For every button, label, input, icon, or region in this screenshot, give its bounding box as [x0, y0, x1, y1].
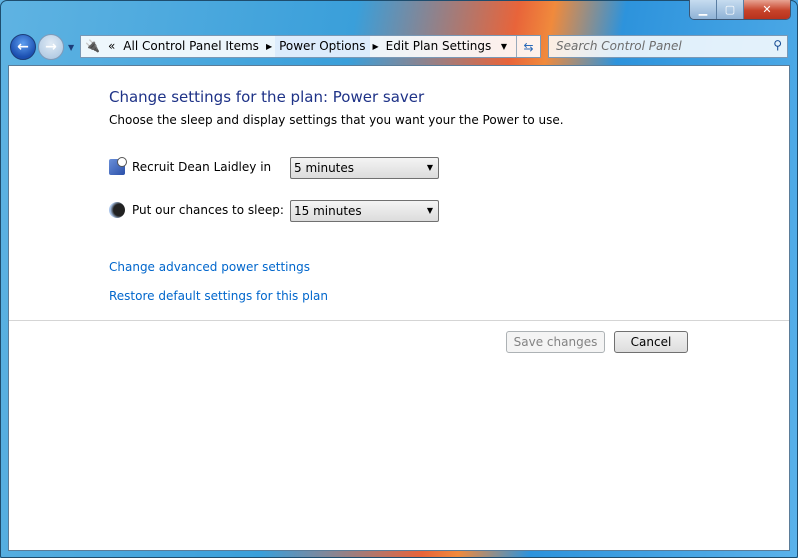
advanced-settings-link[interactable]: Change advanced power settings [109, 260, 310, 274]
chevron-right-icon[interactable]: ▶ [370, 42, 382, 51]
breadcrumb-power-options[interactable]: Power Options [275, 36, 370, 57]
minimize-icon: ▁ [698, 3, 708, 16]
display-off-value: 5 minutes [294, 161, 355, 175]
breadcrumb-overflow[interactable]: « [104, 36, 119, 57]
chevron-down-icon: ▼ [426, 206, 433, 215]
close-button[interactable]: ✕ [744, 0, 790, 19]
minimize-button[interactable]: ▁ [690, 0, 717, 19]
search-icon[interactable]: ⚲ [773, 38, 782, 52]
page-title: Change settings for the plan: Power save… [109, 88, 425, 106]
restore-defaults-link[interactable]: Restore default settings for this plan [109, 289, 328, 303]
display-off-select[interactable]: 5 minutes ▼ [290, 157, 439, 179]
sleep-label: Put our chances to sleep: [132, 203, 284, 217]
breadcrumb-edit-plan-settings[interactable]: Edit Plan Settings [382, 36, 496, 57]
breadcrumb-all-control-panel-items[interactable]: All Control Panel Items [119, 36, 263, 57]
refresh-button[interactable]: ⇆ [516, 36, 540, 57]
close-icon: ✕ [762, 3, 772, 16]
back-button[interactable]: ← [10, 34, 36, 60]
recent-pages-dropdown[interactable]: ▼ [68, 43, 74, 52]
save-button[interactable]: Save changes [506, 331, 605, 353]
maximize-button[interactable]: ▢ [717, 0, 744, 19]
sleep-value: 15 minutes [294, 204, 362, 218]
chevron-right-icon[interactable]: ▶ [263, 42, 275, 51]
address-dropdown-icon[interactable]: ▼ [498, 42, 510, 51]
forward-button[interactable]: → [38, 34, 64, 60]
address-bar[interactable]: 🔌 « All Control Panel Items ▶ Power Opti… [80, 35, 541, 58]
refresh-icon: ⇆ [523, 39, 534, 54]
page-subtitle: Choose the sleep and display settings th… [109, 113, 564, 127]
sleep-select[interactable]: 15 minutes ▼ [290, 200, 439, 222]
setting-row-sleep: Put our chances to sleep: [109, 202, 305, 218]
search-input[interactable]: Search Control Panel ⚲ [548, 35, 788, 58]
chevron-down-icon: ▼ [426, 163, 433, 172]
caption-buttons: ▁ ▢ ✕ [689, 0, 791, 20]
setting-row-display: Recruit Dean Laidley in [109, 157, 305, 175]
display-clock-icon [109, 157, 127, 175]
back-arrow-icon: ← [17, 39, 29, 55]
forward-arrow-icon: → [45, 39, 57, 55]
search-placeholder: Search Control Panel [556, 39, 682, 53]
display-off-label: Recruit Dean Laidley in [132, 160, 272, 174]
cancel-button[interactable]: Cancel [614, 331, 688, 353]
maximize-icon: ▢ [724, 3, 736, 16]
content-pane: Change settings for the plan: Power save… [8, 65, 790, 551]
divider [9, 320, 789, 321]
sleep-moon-icon [109, 202, 125, 218]
control-panel-icon: 🔌 [85, 39, 100, 53]
navigation-buttons: ← → ▼ [10, 34, 74, 60]
